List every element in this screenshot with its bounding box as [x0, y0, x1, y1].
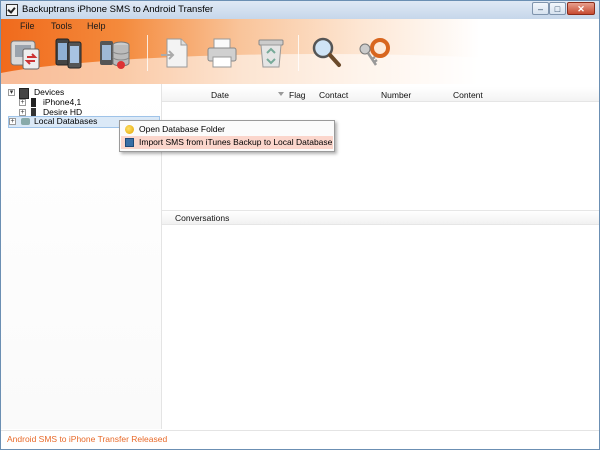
- menu-item-open-database-folder[interactable]: Open Database Folder: [121, 123, 333, 136]
- conversations-header: Conversations: [162, 210, 599, 225]
- transfer-device-button[interactable]: [8, 35, 42, 71]
- context-menu: Open Database Folder Import SMS from iTu…: [119, 120, 335, 152]
- col-content[interactable]: Content: [453, 90, 483, 100]
- app-check-icon: [6, 4, 18, 16]
- status-message[interactable]: Android SMS to iPhone Transfer Released: [7, 434, 167, 444]
- messages-table-header: Date Flag Contact Number Content: [162, 87, 599, 102]
- folder-bulb-icon: [125, 125, 134, 134]
- print-button[interactable]: [205, 35, 239, 71]
- device-database-icon: [100, 41, 130, 69]
- title-bar[interactable]: Backuptrans iPhone SMS to Android Transf…: [1, 1, 599, 19]
- iphone-icon: [31, 98, 36, 107]
- export-document-icon: [161, 38, 188, 68]
- expand-icon[interactable]: +: [9, 118, 16, 125]
- window-title: Backuptrans iPhone SMS to Android Transf…: [22, 4, 214, 15]
- status-bar: Android SMS to iPhone Transfer Released: [1, 430, 599, 449]
- tree-device-label: iPhone4,1: [43, 97, 82, 107]
- export-document-button[interactable]: [159, 35, 193, 71]
- keys-button[interactable]: [356, 35, 390, 71]
- app-window: Backuptrans iPhone SMS to Android Transf…: [0, 0, 600, 450]
- menu-tools[interactable]: Tools: [51, 21, 72, 31]
- recycle-bin-button[interactable]: [254, 35, 288, 71]
- keys-icon: [359, 38, 390, 66]
- transfer-device-icon: [10, 40, 40, 70]
- minimize-button[interactable]: –: [532, 2, 549, 15]
- database-icon: [21, 118, 30, 125]
- close-button[interactable]: ✕: [567, 2, 595, 15]
- menu-file[interactable]: File: [20, 21, 35, 31]
- menu-item-label: Import SMS from iTunes Backup to Local D…: [139, 137, 333, 147]
- tree-local-db-label: Local Databases: [34, 116, 98, 126]
- toolbar-separator: [298, 35, 299, 71]
- menu-help[interactable]: Help: [87, 21, 106, 31]
- phone-device-icon: [19, 88, 29, 99]
- col-contact[interactable]: Contact: [319, 90, 348, 100]
- conversations-label: Conversations: [175, 213, 230, 223]
- search-button[interactable]: [309, 35, 343, 71]
- sort-arrow-icon: [278, 92, 284, 96]
- maximize-button[interactable]: □: [549, 2, 566, 15]
- magnifier-icon: [312, 37, 341, 67]
- phones-button[interactable]: [52, 35, 86, 71]
- col-flag[interactable]: Flag: [289, 90, 306, 100]
- phones-icon: [55, 38, 82, 69]
- menu-item-label: Open Database Folder: [139, 124, 225, 134]
- itunes-import-icon: [125, 138, 134, 147]
- col-number[interactable]: Number: [381, 90, 411, 100]
- printer-icon: [207, 38, 237, 68]
- toolbar-separator: [147, 35, 148, 71]
- expand-icon[interactable]: +: [19, 99, 26, 106]
- tree-devices-label: Devices: [34, 87, 65, 97]
- expand-icon[interactable]: +: [19, 109, 26, 116]
- device-database-button[interactable]: [97, 35, 131, 71]
- recycle-bin-icon: [258, 39, 284, 68]
- col-date[interactable]: Date: [211, 90, 229, 100]
- toolbar-banner: File Tools Help: [1, 19, 599, 84]
- menu-item-import-sms-itunes[interactable]: Import SMS from iTunes Backup to Local D…: [121, 136, 333, 149]
- collapse-icon[interactable]: ▾: [8, 89, 15, 96]
